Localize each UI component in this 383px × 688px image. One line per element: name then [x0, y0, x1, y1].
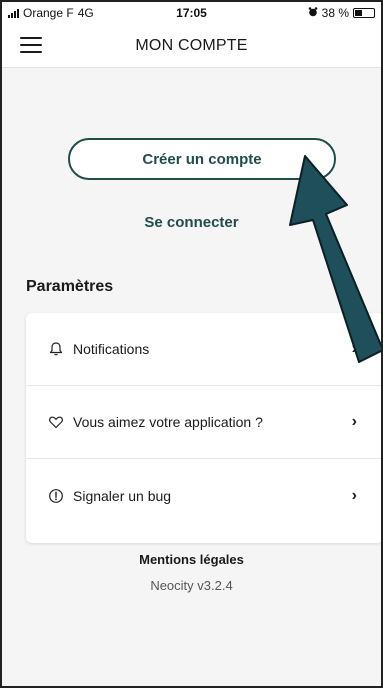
create-account-button[interactable]: Créer un compte	[68, 138, 336, 180]
heart-icon	[48, 414, 64, 430]
bell-icon	[48, 341, 64, 357]
settings-item-report-bug[interactable]: Signaler un bug ›	[26, 459, 381, 532]
settings-item-label: Signaler un bug	[73, 487, 172, 504]
chevron-right-icon: ›	[351, 413, 357, 430]
status-bar: Orange F 4G 17:05 38 %	[2, 2, 381, 24]
app-header: MON COMPTE	[2, 24, 381, 68]
settings-card: Notifications › Vous aimez votre applica…	[26, 313, 381, 543]
battery-icon	[353, 8, 375, 18]
settings-heading: Paramètres	[26, 278, 114, 295]
settings-item-notifications[interactable]: Notifications ›	[26, 313, 381, 386]
chevron-right-icon: ›	[351, 340, 357, 357]
login-link[interactable]: Se connecter	[2, 214, 381, 231]
status-right: 38 %	[308, 6, 375, 20]
warning-circle-icon	[48, 488, 64, 504]
settings-item-rate-app[interactable]: Vous aimez votre application ? ›	[26, 386, 381, 459]
settings-item-label: Notifications	[73, 341, 150, 357]
alarm-icon	[308, 6, 318, 20]
chevron-right-icon: ›	[351, 486, 357, 504]
battery-percent: 38 %	[321, 6, 349, 20]
settings-item-label: Vous aimez votre application ?	[73, 414, 263, 430]
phone-frame: Orange F 4G 17:05 38 % MON COMPTE Créer …	[0, 0, 383, 688]
legal-notices-link[interactable]: Mentions légales	[2, 552, 381, 567]
page-title: MON COMPTE	[135, 37, 248, 54]
app-version: Neocity v3.2.4	[150, 578, 233, 593]
